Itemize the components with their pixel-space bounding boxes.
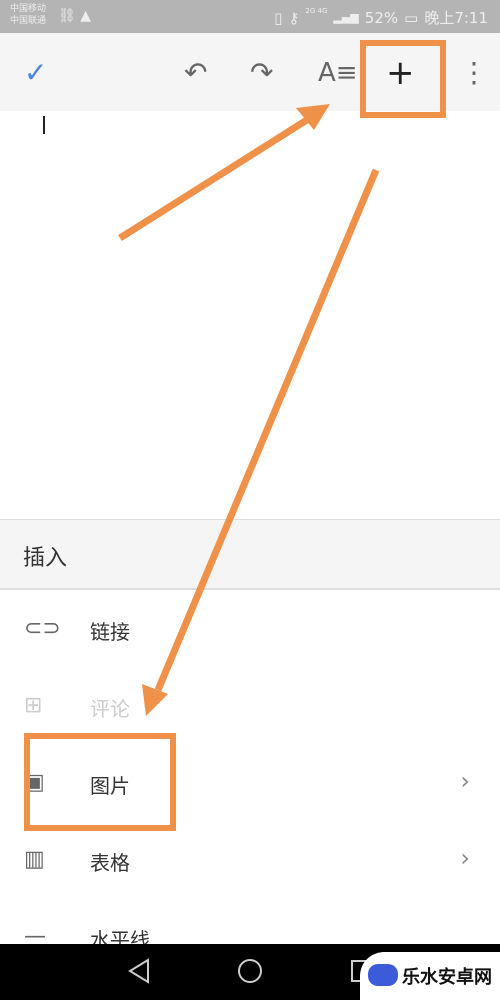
arrow-head (142, 684, 168, 716)
arrow-to-image (154, 168, 380, 692)
highlight-image-box (24, 733, 176, 831)
highlight-plus-box (360, 40, 446, 118)
annotation-overlay (24, 40, 446, 831)
arrow-to-plus (118, 115, 312, 241)
